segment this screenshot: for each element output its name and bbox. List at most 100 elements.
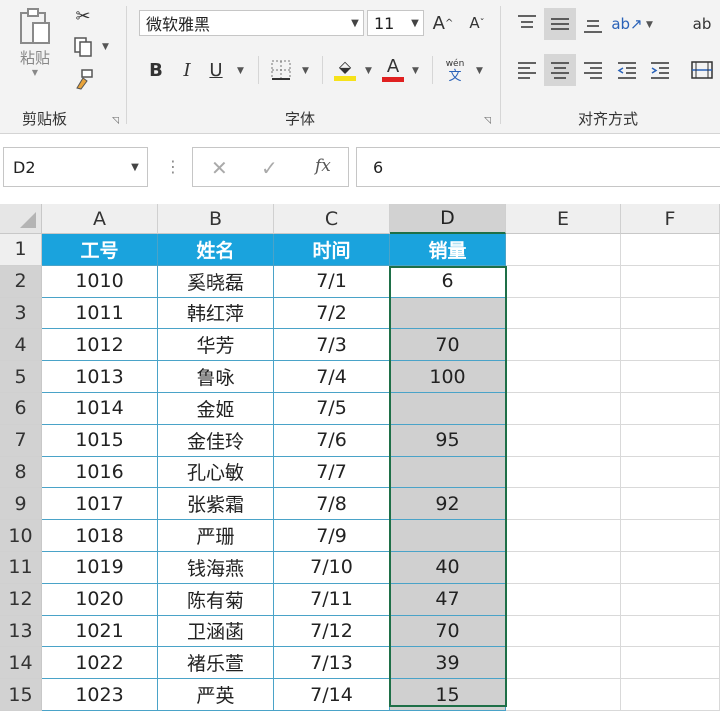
row-header[interactable]: 6 — [0, 393, 42, 425]
table-cell[interactable] — [506, 361, 621, 393]
table-cell[interactable] — [506, 393, 621, 425]
table-cell[interactable]: 1020 — [42, 583, 158, 616]
table-cell[interactable] — [506, 520, 621, 552]
table-cell[interactable] — [621, 520, 720, 552]
table-cell[interactable]: 1019 — [42, 552, 158, 584]
table-cell[interactable]: 韩红萍 — [158, 297, 274, 330]
paste-button[interactable]: 粘贴 ▼ — [8, 2, 62, 82]
table-cell[interactable] — [621, 297, 720, 330]
font-color-dropdown-icon[interactable]: ▼ — [412, 66, 419, 76]
table-cell[interactable] — [621, 679, 720, 711]
align-right-button[interactable] — [577, 54, 609, 86]
table-cell[interactable]: 95 — [390, 424, 506, 457]
table-cell[interactable]: 1021 — [42, 615, 158, 648]
table-cell[interactable] — [506, 552, 621, 584]
table-cell[interactable] — [621, 456, 720, 489]
merge-center-button[interactable] — [686, 54, 718, 86]
table-cell[interactable]: 70 — [390, 615, 506, 648]
row-header[interactable]: 8 — [0, 456, 42, 489]
table-cell[interactable] — [621, 393, 720, 425]
align-center-button[interactable] — [544, 54, 576, 86]
table-cell[interactable] — [506, 647, 621, 680]
column-header-a[interactable]: A — [42, 204, 158, 234]
table-cell[interactable]: 鲁咏 — [158, 361, 274, 393]
increase-indent-button[interactable] — [644, 54, 676, 86]
table-header-cell[interactable] — [621, 234, 720, 266]
table-cell[interactable] — [621, 329, 720, 362]
row-header[interactable]: 1 — [0, 234, 42, 266]
wrap-text-button[interactable]: ab — [686, 8, 718, 40]
font-name-select[interactable]: 微软雅黑 ▼ — [139, 10, 364, 36]
format-painter-button[interactable] — [70, 66, 98, 92]
cancel-icon[interactable]: ✕ — [211, 156, 228, 180]
table-cell[interactable] — [390, 297, 506, 330]
shrink-font-button[interactable]: Aˇ — [465, 10, 489, 36]
table-cell[interactable]: 7/1 — [274, 265, 390, 298]
table-cell[interactable]: 6 — [390, 265, 506, 298]
table-cell[interactable] — [621, 615, 720, 648]
row-header[interactable]: 7 — [0, 424, 42, 457]
more-options-icon[interactable]: ⋮ — [165, 157, 181, 176]
table-cell[interactable]: 严珊 — [158, 520, 274, 552]
table-cell[interactable]: 15 — [390, 679, 506, 711]
table-cell[interactable] — [506, 297, 621, 330]
table-cell[interactable] — [390, 393, 506, 425]
table-cell[interactable]: 1016 — [42, 456, 158, 489]
table-cell[interactable] — [506, 679, 621, 711]
table-cell[interactable]: 7/11 — [274, 583, 390, 616]
chevron-down-icon[interactable]: ▼ — [123, 162, 147, 173]
table-cell[interactable] — [506, 329, 621, 362]
table-cell[interactable] — [621, 583, 720, 616]
table-cell[interactable]: 1012 — [42, 329, 158, 362]
table-cell[interactable]: 7/4 — [274, 361, 390, 393]
phonetic-button[interactable]: wén 文 — [442, 56, 468, 86]
column-header-b[interactable]: B — [158, 204, 274, 234]
align-middle-button[interactable] — [544, 8, 576, 40]
italic-button[interactable]: I — [176, 57, 198, 83]
table-cell[interactable]: 7/7 — [274, 456, 390, 489]
decrease-indent-button[interactable] — [611, 54, 643, 86]
table-cell[interactable] — [621, 552, 720, 584]
row-header[interactable]: 10 — [0, 520, 42, 552]
orientation-dropdown-icon[interactable]: ▼ — [646, 20, 653, 30]
table-cell[interactable] — [506, 456, 621, 489]
table-cell[interactable] — [506, 265, 621, 298]
row-header[interactable]: 5 — [0, 361, 42, 393]
border-dropdown-icon[interactable]: ▼ — [302, 66, 309, 76]
table-cell[interactable] — [390, 520, 506, 552]
row-header[interactable]: 9 — [0, 488, 42, 521]
table-cell[interactable]: 7/3 — [274, 329, 390, 362]
bold-button[interactable]: B — [144, 57, 168, 83]
cut-button[interactable]: ✂ — [70, 3, 96, 29]
table-cell[interactable]: 92 — [390, 488, 506, 521]
copy-button[interactable] — [68, 34, 98, 60]
row-header[interactable]: 14 — [0, 647, 42, 680]
table-cell[interactable]: 张紫霜 — [158, 488, 274, 521]
table-cell[interactable]: 7/10 — [274, 552, 390, 584]
table-cell[interactable]: 40 — [390, 552, 506, 584]
row-header[interactable]: 4 — [0, 329, 42, 362]
table-cell[interactable]: 1014 — [42, 393, 158, 425]
table-header-cell[interactable] — [506, 234, 621, 266]
formula-input[interactable]: 6 — [356, 147, 720, 187]
table-cell[interactable]: 7/9 — [274, 520, 390, 552]
border-button[interactable] — [268, 57, 294, 83]
underline-dropdown-icon[interactable]: ▼ — [237, 66, 244, 76]
table-cell[interactable] — [390, 456, 506, 489]
table-cell[interactable] — [621, 424, 720, 457]
table-header-cell[interactable]: 姓名 — [158, 234, 274, 266]
column-header-d[interactable]: D — [390, 204, 506, 234]
font-launcher-icon[interactable]: ◹ — [484, 116, 491, 126]
row-header[interactable]: 2 — [0, 265, 42, 298]
table-cell[interactable] — [506, 424, 621, 457]
table-header-cell[interactable]: 时间 — [274, 234, 390, 266]
align-left-button[interactable] — [511, 54, 543, 86]
table-cell[interactable]: 华芳 — [158, 329, 274, 362]
table-cell[interactable]: 钱海燕 — [158, 552, 274, 584]
table-cell[interactable] — [621, 265, 720, 298]
name-box[interactable]: D2 ▼ — [3, 147, 148, 187]
table-cell[interactable] — [621, 361, 720, 393]
table-cell[interactable]: 47 — [390, 583, 506, 616]
table-cell[interactable]: 孔心敏 — [158, 456, 274, 489]
underline-button[interactable]: U — [205, 57, 227, 83]
